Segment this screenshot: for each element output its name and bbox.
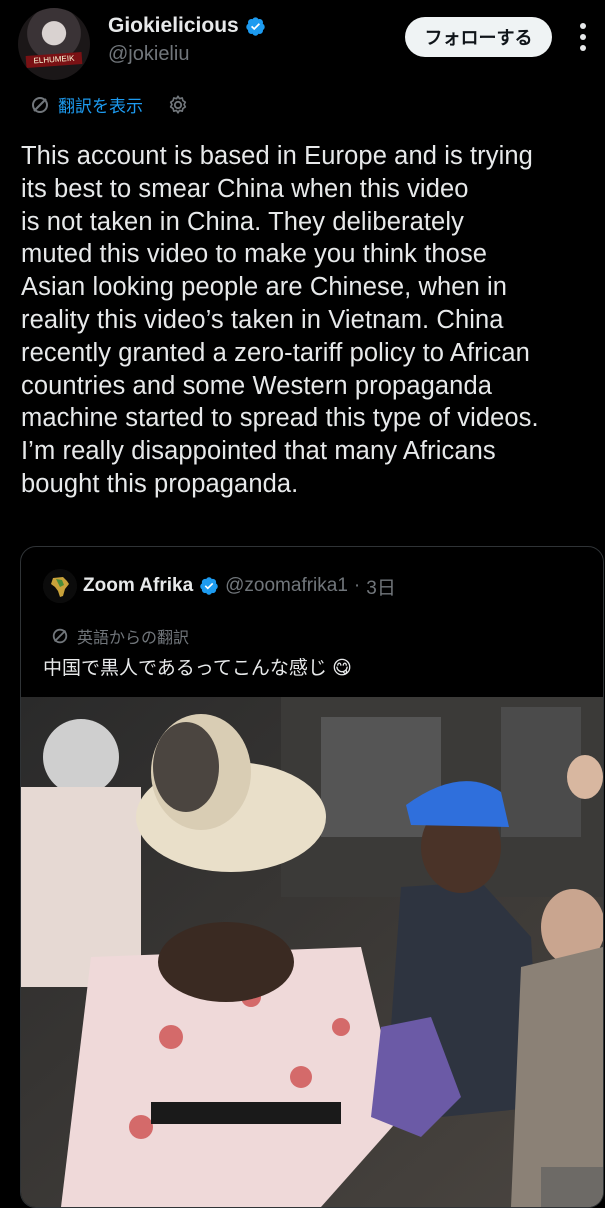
translated-from-label: 英語からの翻訳 bbox=[77, 630, 190, 647]
quoted-handle[interactable]: @zoomafrika1 bbox=[225, 575, 348, 597]
avatar[interactable]: ELHUMEIK bbox=[18, 8, 90, 80]
post-text: This account is based in Europe and is t… bbox=[21, 142, 539, 498]
verified-badge-icon bbox=[246, 16, 265, 36]
separator-dot: · bbox=[353, 575, 361, 596]
quoted-post-header: Zoom Afrika @zoomafrika1 · 3日 bbox=[43, 569, 396, 603]
quoted-timestamp[interactable]: 3日 bbox=[366, 573, 396, 600]
video-scene-image bbox=[21, 697, 603, 1207]
quoted-post[interactable]: Zoom Afrika @zoomafrika1 · 3日 英語からの翻訳 中国… bbox=[20, 546, 604, 1208]
verified-badge-icon bbox=[200, 577, 218, 595]
emoji-icon: 😋 bbox=[332, 658, 352, 679]
quoted-avatar[interactable] bbox=[43, 569, 77, 603]
quoted-text: 中国で黒人であるってこんな感じ 😋 bbox=[43, 653, 352, 680]
gear-icon[interactable] bbox=[167, 94, 189, 116]
name-row: Giokielicious bbox=[108, 14, 266, 38]
translate-row: 翻訳を表示 bbox=[30, 92, 189, 117]
display-name[interactable]: Giokielicious bbox=[108, 14, 239, 38]
quoted-translation-note: 英語からの翻訳 bbox=[51, 624, 189, 648]
post-header: ELHUMEIK Giokielicious @jokieliu フォローする bbox=[0, 0, 605, 90]
video-thumbnail[interactable] bbox=[21, 697, 603, 1207]
avatar-logo-text: ELHUMEIK bbox=[25, 52, 83, 68]
quoted-text-body: 中国で黒人であるってこんな感じ bbox=[43, 658, 327, 679]
quoted-display-name[interactable]: Zoom Afrika bbox=[83, 575, 193, 597]
show-translation-link[interactable]: 翻訳を表示 bbox=[58, 92, 143, 117]
translate-icon bbox=[52, 628, 68, 644]
translate-icon bbox=[32, 96, 48, 113]
more-options-icon[interactable] bbox=[568, 20, 598, 54]
follow-button[interactable]: フォローする bbox=[405, 17, 552, 57]
user-handle[interactable]: @jokieliu bbox=[108, 43, 189, 66]
africa-map-icon bbox=[43, 569, 77, 603]
